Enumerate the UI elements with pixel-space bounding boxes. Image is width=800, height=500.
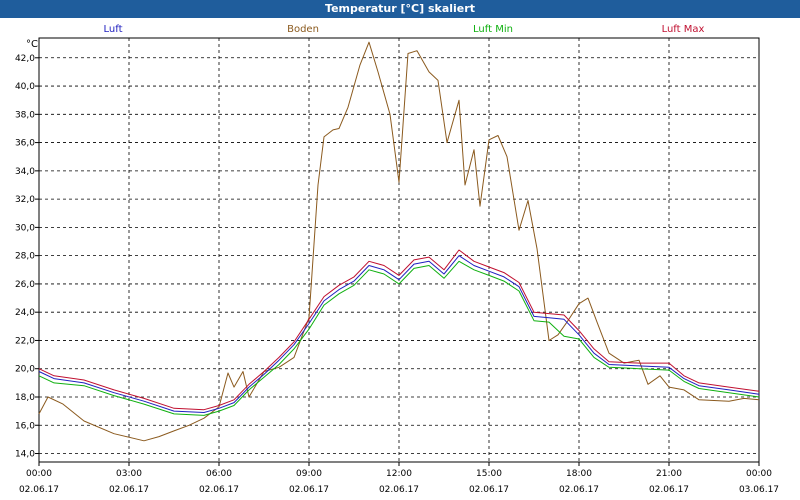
x-tick-date-label: 02.06.17 bbox=[199, 485, 239, 495]
y-tick-label: 20,0 bbox=[15, 365, 35, 375]
y-tick-label: 26,0 bbox=[15, 280, 35, 290]
y-tick-label: 16,0 bbox=[15, 421, 35, 431]
y-tick-label: 36,0 bbox=[15, 139, 35, 149]
y-tick-label: 22,0 bbox=[15, 336, 35, 346]
y-tick-label: 40,0 bbox=[15, 82, 35, 92]
y-tick-label: 32,0 bbox=[15, 195, 35, 205]
x-tick-date-label: 02.06.17 bbox=[379, 485, 419, 495]
x-tick-time-label: 18:00 bbox=[566, 469, 592, 479]
temperature-chart: 14,0 16,0 18,0 20,0 22,0 24,0 26,0 28,0 30,0 32,0… bbox=[15, 37, 779, 495]
x-tick-time-label: 15:00 bbox=[476, 469, 502, 479]
y-tick-label: 24,0 bbox=[15, 308, 35, 318]
x-tick-date-label: 02.06.17 bbox=[649, 485, 689, 495]
y-tick-label: 34,0 bbox=[15, 167, 35, 177]
chart-window: Temperatur [°C] skaliert Luft Boden Luft M… bbox=[0, 0, 800, 500]
x-tick-time-label: 03:00 bbox=[116, 469, 142, 479]
x-tick-date-label: 03.06.17 bbox=[739, 485, 779, 495]
y-tick-label: 18,0 bbox=[15, 393, 35, 403]
y-tick-label: 42,0 bbox=[15, 54, 35, 64]
y-tick-label: 28,0 bbox=[15, 252, 35, 262]
x-tick-date-label: 02.06.17 bbox=[289, 485, 329, 495]
y-tick-label: 38,0 bbox=[15, 110, 35, 120]
y-tick-label: 14,0 bbox=[15, 450, 35, 460]
x-tick-time-label: 12:00 bbox=[386, 469, 412, 479]
x-tick-date-label: 02.06.17 bbox=[109, 485, 149, 495]
x-tick-time-label: 00:00 bbox=[26, 469, 52, 479]
x-tick-date-label: 02.06.17 bbox=[559, 485, 599, 495]
x-tick-date-label: 02.06.17 bbox=[469, 485, 509, 495]
x-tick-time-label: 21:00 bbox=[656, 469, 682, 479]
x-tick-date-label: 02.06.17 bbox=[19, 485, 59, 495]
x-tick-time-label: 09:00 bbox=[296, 469, 322, 479]
x-tick-time-label: 00:00 bbox=[746, 469, 772, 479]
x-tick-time-label: 06:00 bbox=[206, 469, 232, 479]
y-tick-label: 30,0 bbox=[15, 223, 35, 233]
